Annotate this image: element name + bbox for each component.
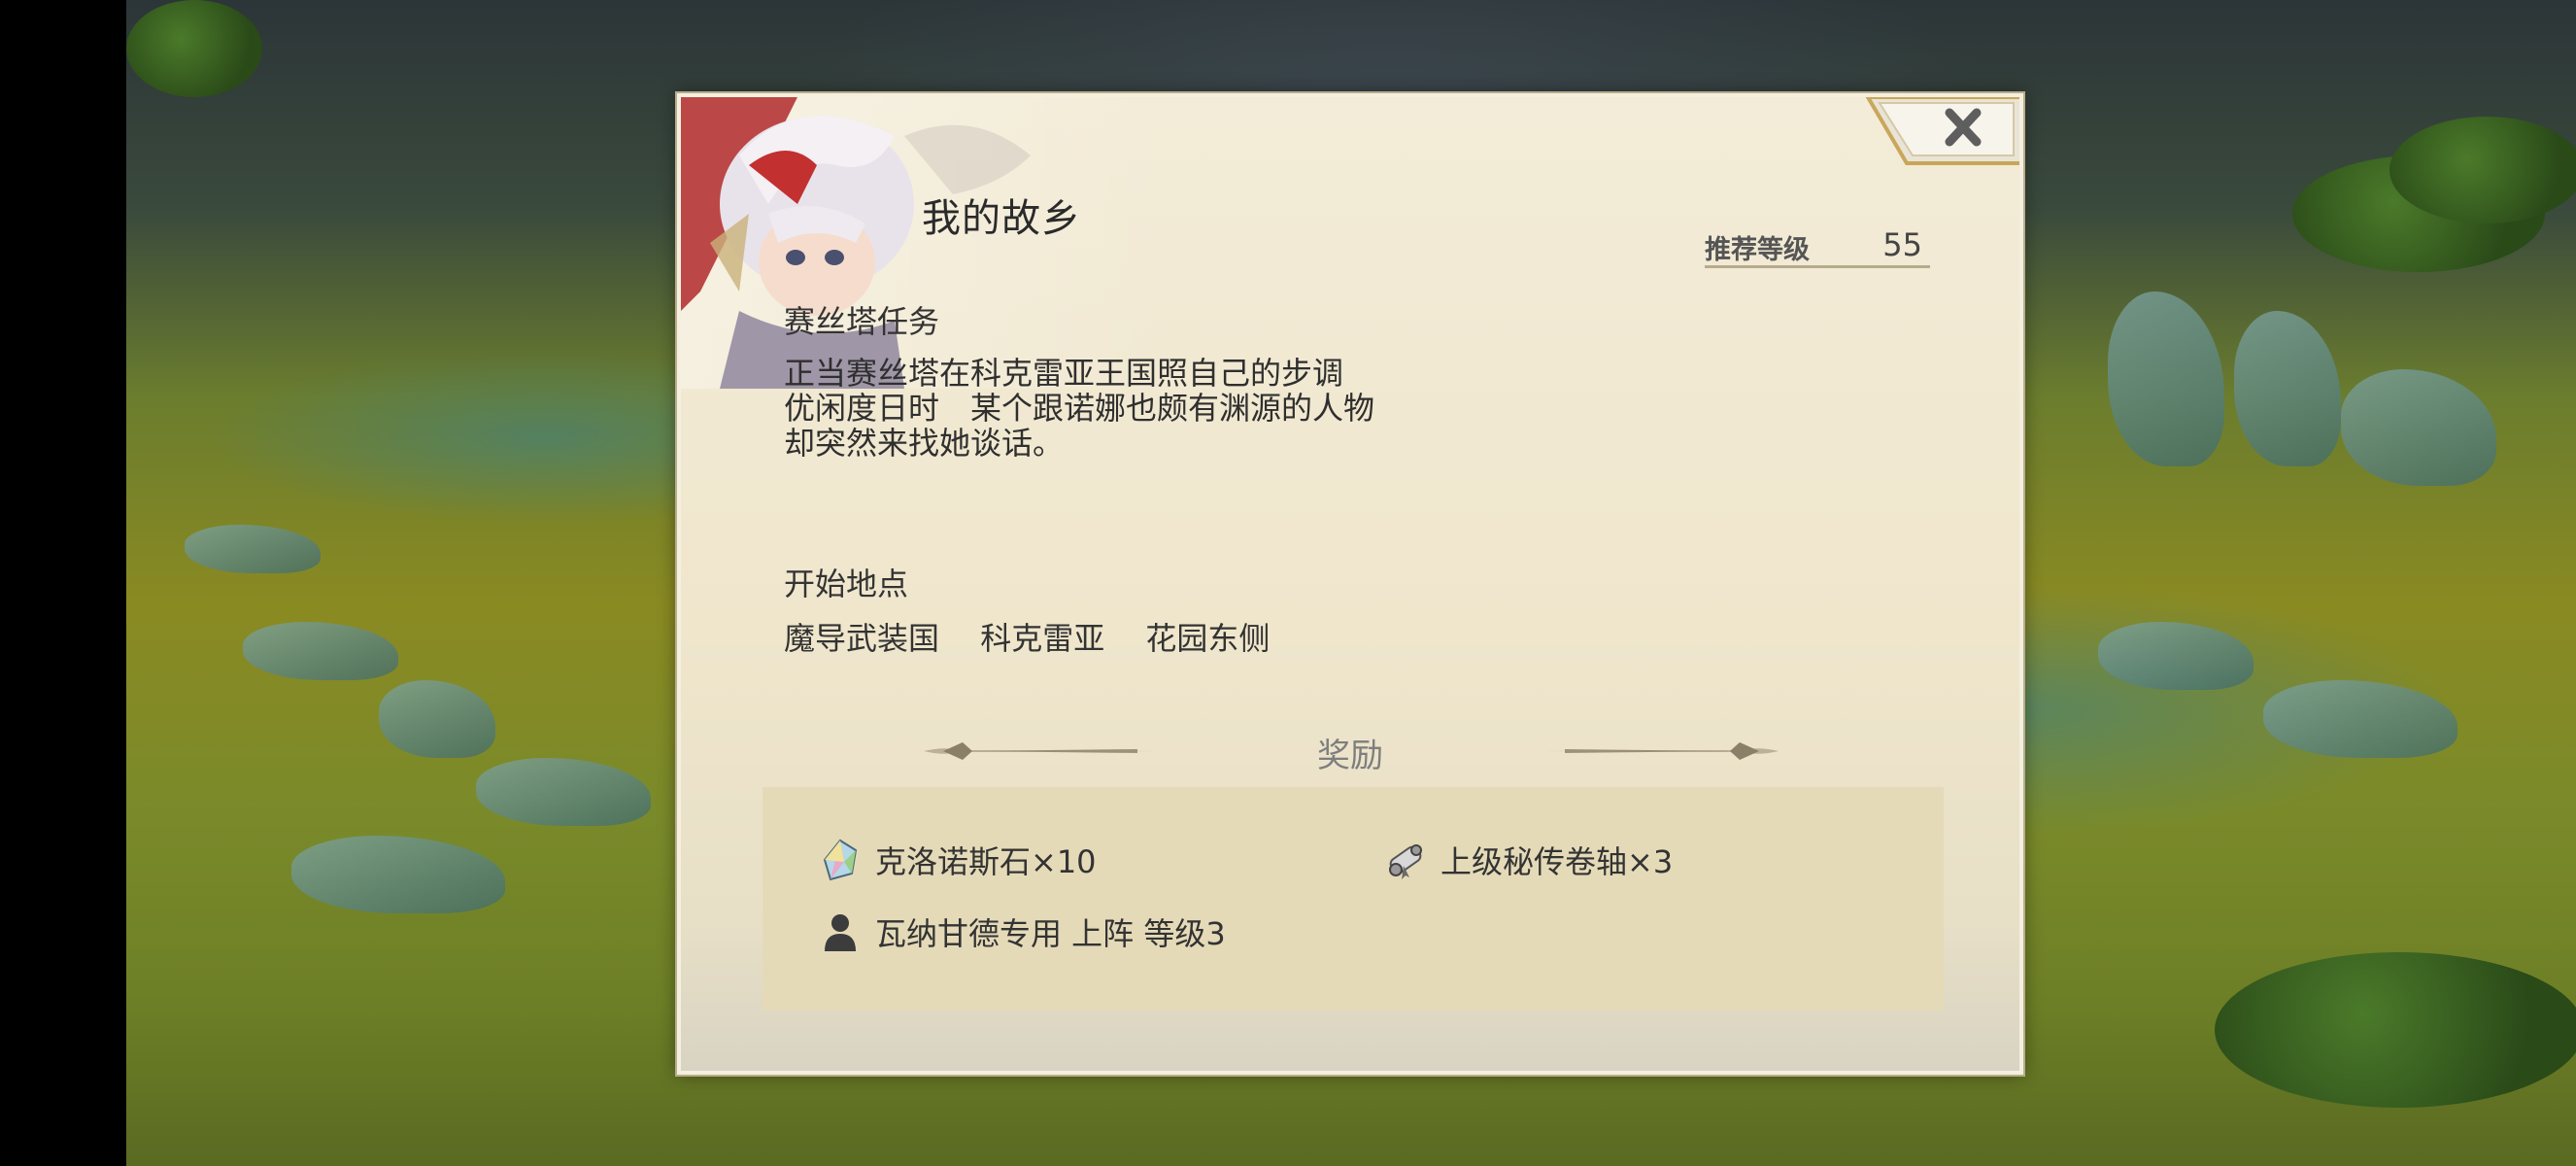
recommended-level-label: 推荐等级	[1705, 235, 1810, 265]
quest-category: 赛丝塔任务	[784, 303, 940, 340]
recommended-level-value: 55	[1882, 226, 1922, 263]
quest-description: 正当赛丝塔在科克雷亚王国照自己的步调 优闲度日时 某个跟诺娜也颇有渊源的人物 却…	[784, 356, 1374, 461]
scroll-icon	[1389, 844, 1422, 879]
quest-title: 我的故乡	[922, 196, 1081, 241]
location-part: 魔导武装国	[784, 620, 940, 657]
start-location: 魔导武装国 科克雷亚 花园东侧	[784, 614, 1301, 659]
character-portrait	[681, 97, 1167, 389]
reward-text: 瓦纳甘德专用 上阵 等级3	[875, 915, 1226, 952]
rewards-panel: 克洛诺斯石×10 上级秘传卷轴×3 瓦纳甘德专用 上阵 等级3	[763, 787, 1944, 1011]
reward-item[interactable]: 上级秘传卷轴×3	[1384, 838, 1673, 882]
location-part: 花园东侧	[1145, 620, 1271, 657]
description-line: 优闲度日时 某个跟诺娜也颇有渊源的人物	[784, 390, 1375, 427]
recommended-level: 推荐等级 55	[1705, 226, 1930, 268]
description-line: 正当赛丝塔在科克雷亚王国照自己的步调	[784, 355, 1344, 392]
start-location-label: 开始地点	[784, 566, 909, 602]
description-line: 却突然来找她谈话。	[784, 425, 1065, 462]
quest-dialog: 我的故乡 推荐等级 55 赛丝塔任务 正当赛丝塔在科克雷亚王国照自己的步调 优闲…	[675, 91, 2025, 1077]
rewards-title: 奖励	[1317, 737, 1383, 775]
letterbox	[0, 0, 126, 1166]
reward-item[interactable]: 克洛诺斯石×10	[819, 838, 1097, 882]
crystal-icon	[823, 839, 858, 881]
person-icon	[825, 914, 856, 951]
reward-text: 克洛诺斯石×10	[875, 843, 1097, 880]
reward-text: 上级秘传卷轴×3	[1441, 843, 1674, 880]
location-part: 科克雷亚	[980, 620, 1105, 657]
reward-item[interactable]: 瓦纳甘德专用 上阵 等级3	[819, 909, 1226, 954]
close-button[interactable]	[1860, 93, 2023, 165]
